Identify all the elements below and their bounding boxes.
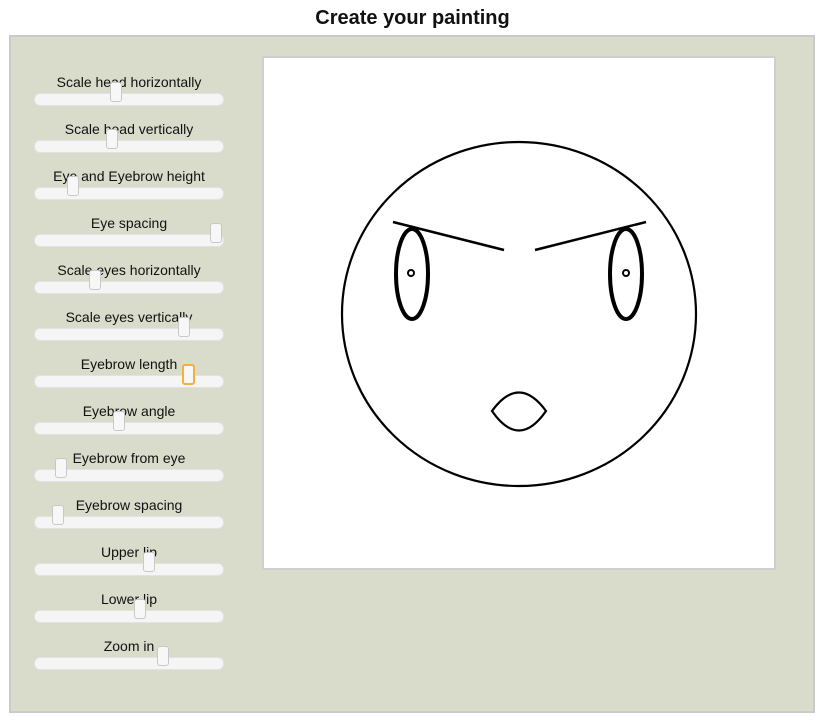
slider-thumb[interactable]: [51, 505, 64, 525]
slider-group: Scale eyes vertically: [34, 309, 224, 354]
slider-label: Eye and Eyebrow height: [53, 168, 205, 184]
slider-group: Eye and Eyebrow height: [34, 168, 224, 213]
slider-thumb[interactable]: [106, 129, 119, 149]
slider-group: Eyebrow spacing: [34, 497, 224, 542]
slider-track[interactable]: [34, 187, 224, 200]
slider-label: Upper lip: [100, 544, 158, 560]
right-eye: [608, 227, 644, 321]
slider-group: Zoom in: [34, 638, 224, 683]
slider-thumb[interactable]: [109, 82, 122, 102]
slider-group: Eyebrow length: [34, 356, 224, 401]
left-pupil: [407, 269, 415, 277]
slider-group: Scale eyes horizontally: [34, 262, 224, 307]
slider-group: Lower lip: [34, 591, 224, 636]
slider-thumb[interactable]: [113, 411, 126, 431]
slider-track[interactable]: [34, 328, 224, 341]
slider-track[interactable]: [34, 657, 224, 670]
page-title: Create your painting: [315, 7, 510, 29]
right-eyebrow: [534, 220, 647, 252]
head-outline: [340, 140, 698, 488]
slider-group: Eyebrow angle: [34, 403, 224, 448]
slider-label: Eyebrow from eye: [72, 450, 186, 466]
slider-thumb[interactable]: [88, 270, 101, 290]
slider-group: Upper lip: [34, 544, 224, 589]
slider-track[interactable]: [34, 234, 224, 247]
slider-label: Scale eyes horizontally: [57, 262, 201, 278]
left-eye: [394, 227, 430, 321]
slider-track[interactable]: [34, 563, 224, 576]
slider-label: Eyebrow spacing: [75, 497, 183, 513]
slider-track[interactable]: [34, 422, 224, 435]
slider-thumb[interactable]: [55, 458, 68, 478]
left-eyebrow: [392, 220, 505, 252]
slider-label: Zoom in: [103, 638, 155, 654]
face-drawing: [340, 140, 698, 488]
slider-track[interactable]: [34, 375, 224, 388]
slider-track[interactable]: [34, 281, 224, 294]
slider-thumb[interactable]: [67, 176, 80, 196]
slider-group: Scale head vertically: [34, 121, 224, 166]
slider-group: Eyebrow from eye: [34, 450, 224, 495]
slider-group: Scale head horizontally: [34, 74, 224, 119]
painting-canvas: [262, 56, 776, 570]
slider-thumb[interactable]: [181, 364, 195, 385]
slider-label: Lower lip: [100, 591, 158, 607]
slider-track[interactable]: [34, 93, 224, 106]
slider-label: Scale head vertically: [64, 121, 194, 137]
slider-thumb[interactable]: [210, 223, 222, 243]
slider-label: Eyebrow angle: [82, 403, 176, 419]
slider-thumb[interactable]: [134, 599, 147, 619]
slider-track[interactable]: [34, 610, 224, 623]
right-pupil: [622, 269, 630, 277]
slider-label: Scale head horizontally: [56, 74, 202, 90]
slider-group: Eye spacing: [34, 215, 224, 260]
slider-label: Eyebrow length: [80, 356, 178, 372]
slider-label: Scale eyes vertically: [65, 309, 193, 325]
mouth: [490, 391, 548, 432]
slider-track[interactable]: [34, 140, 224, 153]
slider-thumb[interactable]: [157, 646, 170, 666]
slider-thumb[interactable]: [143, 552, 156, 572]
slider-thumb[interactable]: [178, 317, 191, 337]
